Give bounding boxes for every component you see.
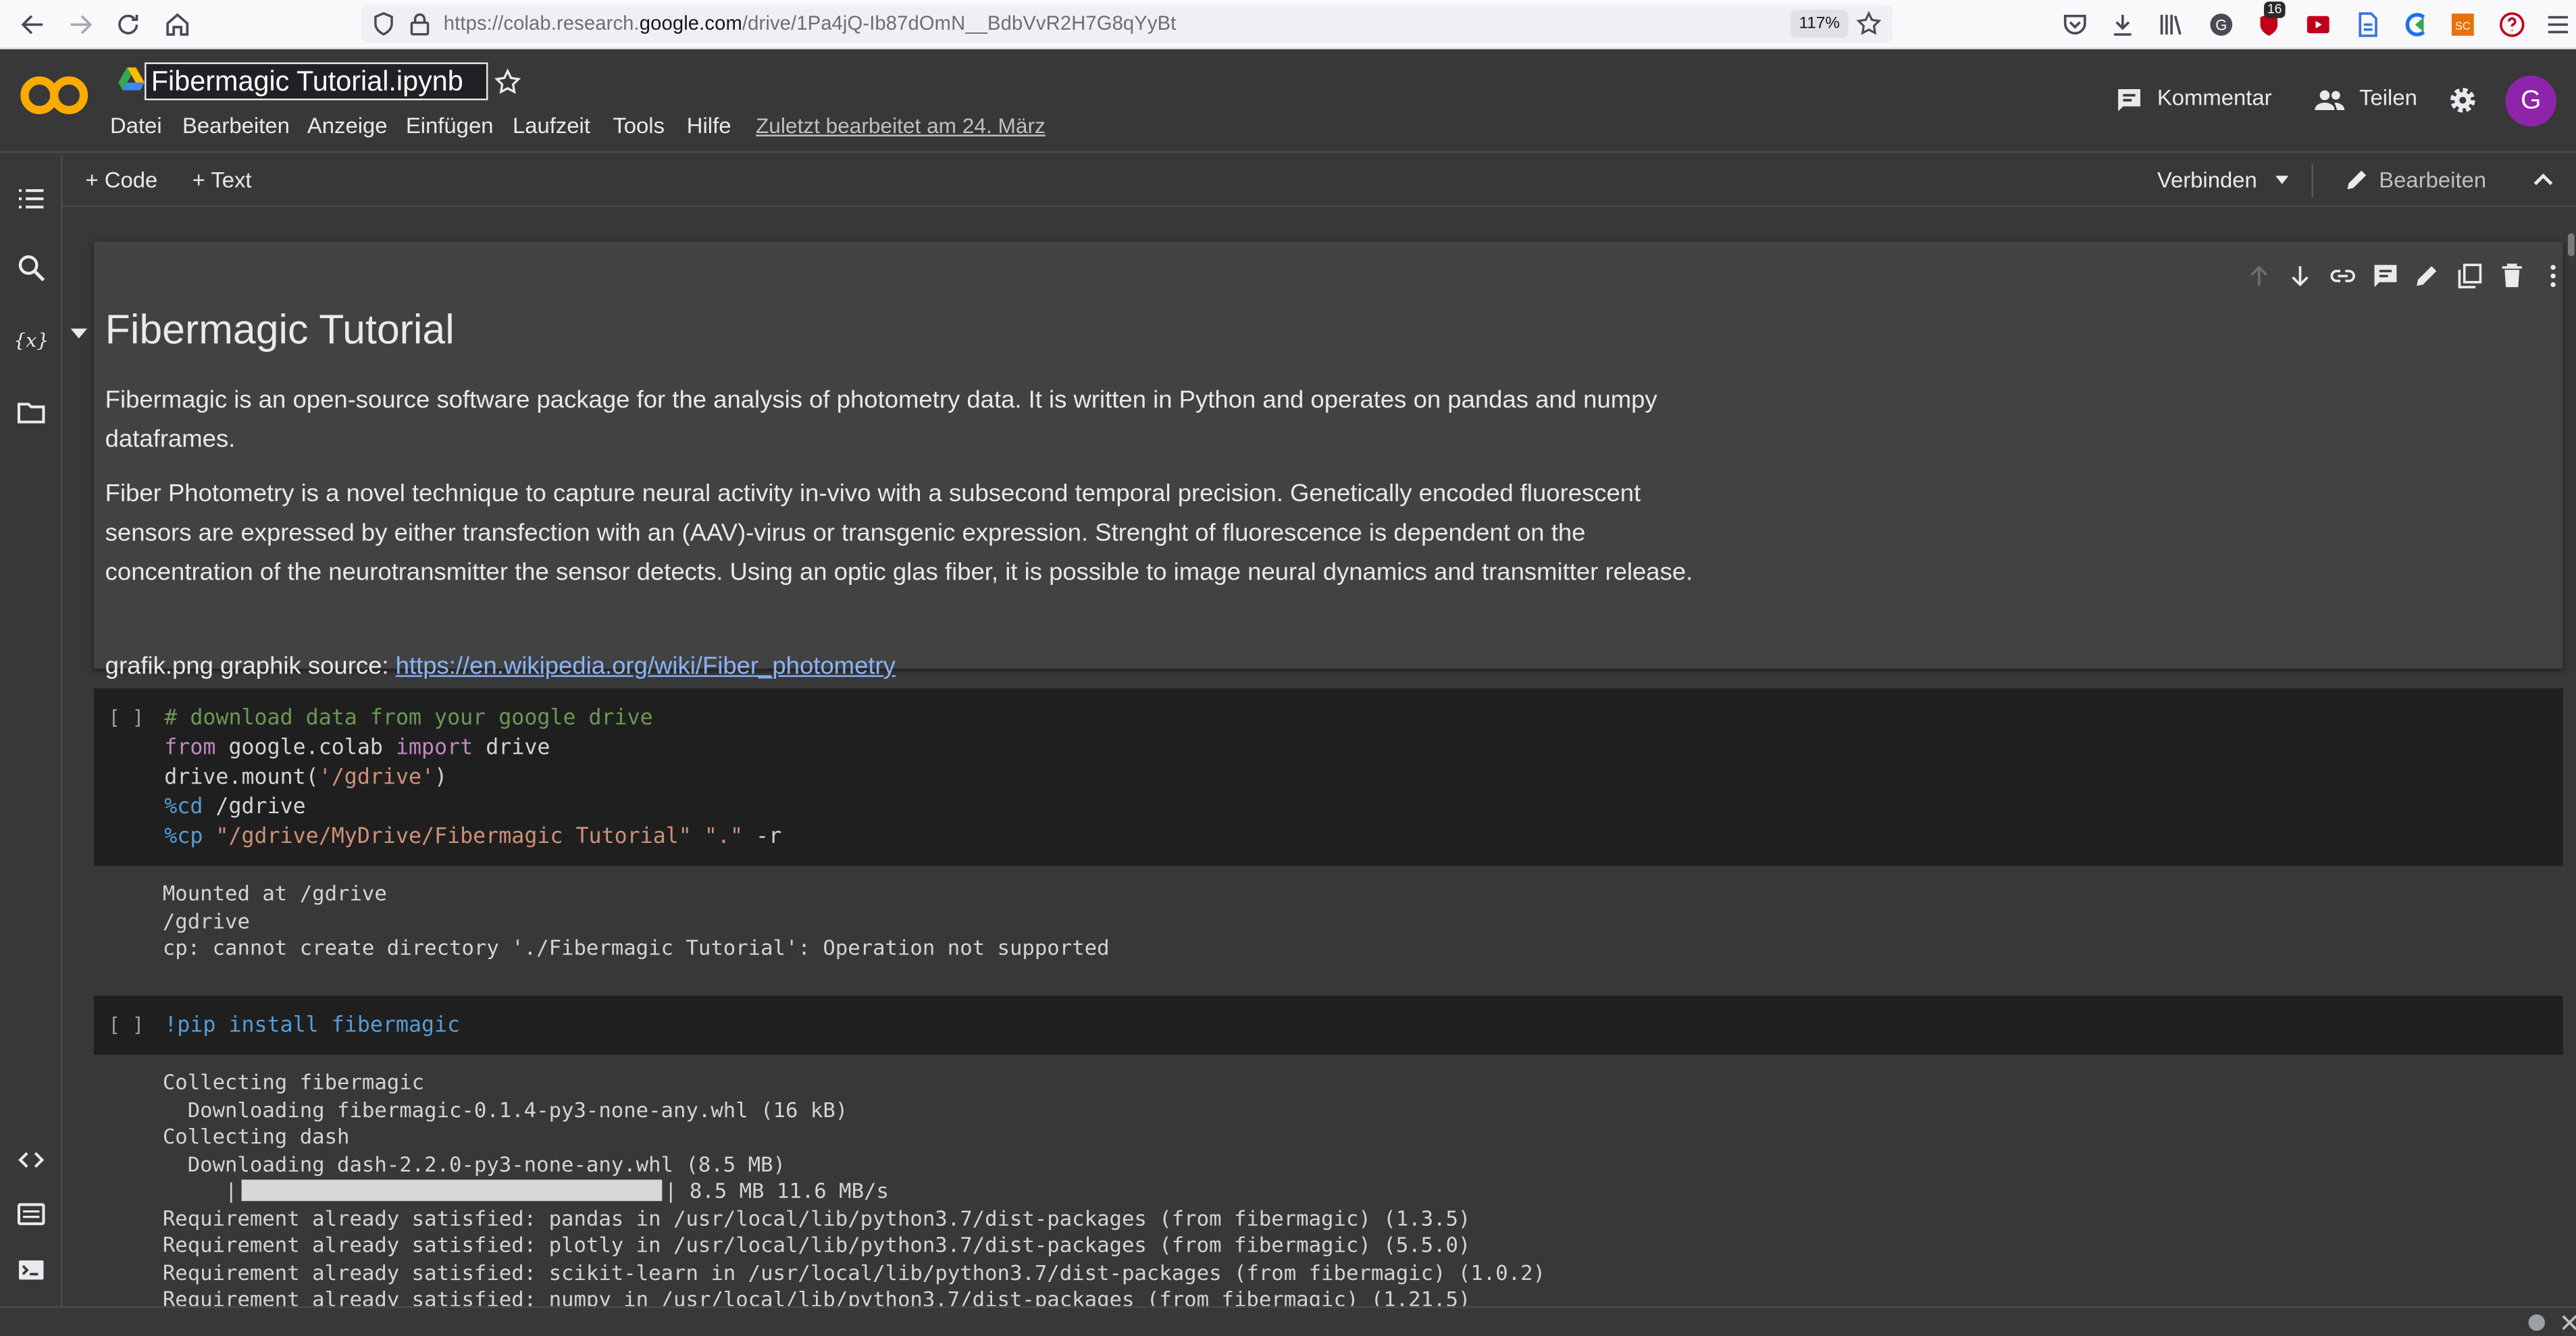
code-editor[interactable]: # download data from your google drive f… xyxy=(164,705,781,853)
address-bar[interactable]: https://colab.research.google.com/drive/… xyxy=(361,5,1893,43)
move-cell-up-icon[interactable] xyxy=(2244,261,2274,291)
svg-text:SC: SC xyxy=(2455,20,2471,32)
browser-menu-icon[interactable] xyxy=(2544,10,2573,40)
share-people-icon[interactable] xyxy=(2313,85,2346,115)
menu-laufzeit[interactable]: Laufzeit xyxy=(513,113,590,138)
code-cell-drive-mount[interactable]: [ ] # download data from your google dri… xyxy=(93,688,2563,866)
document-extension-icon[interactable] xyxy=(2352,10,2382,40)
comment-icon[interactable] xyxy=(2115,85,2144,115)
link-icon[interactable] xyxy=(2328,261,2358,291)
colab-logo[interactable] xyxy=(20,72,88,118)
notebook-area: Fibermagic Tutorial Fibermagic is an ope… xyxy=(62,209,2576,1306)
forward-icon[interactable] xyxy=(66,10,95,40)
colab-header: Fibermagic Tutorial.ipynb Datei Bearbeit… xyxy=(0,51,2576,153)
svg-text:{x}: {x} xyxy=(15,330,48,352)
reload-icon[interactable] xyxy=(113,10,143,40)
menu-tools[interactable]: Tools xyxy=(613,113,665,138)
files-folder-icon[interactable] xyxy=(15,396,48,429)
bookmark-star-icon[interactable] xyxy=(1855,10,1884,40)
terminal-icon[interactable] xyxy=(15,1254,48,1287)
command-palette-icon[interactable] xyxy=(15,1198,48,1231)
pocket-icon[interactable] xyxy=(2060,10,2090,40)
cell-comment-icon[interactable] xyxy=(2371,261,2400,291)
image-source-line: grafik.png graphik source: https://en.wi… xyxy=(105,652,896,680)
shield-icon[interactable] xyxy=(369,10,399,40)
reader-extension-icon[interactable] xyxy=(2400,10,2430,40)
google-drive-icon[interactable] xyxy=(118,67,145,91)
sc-extension-icon[interactable]: SC xyxy=(2448,10,2477,40)
notebook-toolbar: + Code + Text Verbinden Bearbeiten xyxy=(62,155,2576,207)
toolbar-divider xyxy=(2311,164,2313,197)
home-icon[interactable] xyxy=(163,10,192,40)
text-cell[interactable]: Fibermagic Tutorial Fibermagic is an ope… xyxy=(70,241,2563,680)
colab-window: https://colab.research.google.com/drive/… xyxy=(0,0,2576,1336)
more-options-icon[interactable] xyxy=(2538,261,2568,291)
settings-gear-icon[interactable] xyxy=(2446,84,2479,117)
intro-paragraph: Fibermagic is an open-source software pa… xyxy=(105,386,1657,454)
user-avatar[interactable]: G xyxy=(2505,75,2556,127)
add-code-button[interactable]: + Code xyxy=(85,168,157,192)
code-cell-pip-install[interactable]: [ ] !pip install fibermagic xyxy=(93,996,2563,1055)
youtube-extension-icon[interactable] xyxy=(2303,10,2333,40)
url-text[interactable]: https://colab.research.google.com/drive/… xyxy=(444,11,1177,34)
download-progress-bar xyxy=(240,1179,662,1202)
move-cell-down-icon[interactable] xyxy=(2286,261,2315,291)
status-bar xyxy=(0,1306,2576,1336)
connect-dropdown-chevron-down-icon[interactable] xyxy=(2274,174,2290,187)
help-extension-icon[interactable] xyxy=(2497,10,2527,40)
lock-icon[interactable] xyxy=(406,10,436,40)
menu-einfuegen[interactable]: Einfügen xyxy=(406,113,494,138)
table-of-contents-icon[interactable] xyxy=(15,182,48,215)
scrollbar-thumb[interactable] xyxy=(2567,233,2575,257)
last-edited-link[interactable]: Zuletzt bearbeitet am 24. März xyxy=(756,113,1046,138)
download-icon[interactable] xyxy=(2108,10,2138,40)
photometry-paragraph: Fiber Photometry is a novel technique to… xyxy=(105,480,1693,588)
cell-output-drive-mount: Mounted at /gdrive /gdrive cp: cannot cr… xyxy=(162,880,1110,960)
wikipedia-link[interactable]: https://en.wikipedia.org/wiki/Fiber_phot… xyxy=(396,652,896,680)
image-source-prefix: grafik.png graphik source: xyxy=(105,652,396,681)
delete-trash-icon[interactable] xyxy=(2497,261,2527,291)
variables-icon[interactable]: {x} xyxy=(15,324,48,357)
edit-button[interactable]: Bearbeiten xyxy=(2379,168,2486,192)
menu-anzeige[interactable]: Anzeige xyxy=(307,113,388,138)
ublock-icon[interactable]: 16 xyxy=(2254,1,2286,40)
menu-hilfe[interactable]: Hilfe xyxy=(687,113,731,138)
close-status-icon[interactable] xyxy=(2561,1314,2576,1331)
menu-bearbeiten[interactable]: Bearbeiten xyxy=(182,113,290,138)
zoom-level[interactable]: 117% xyxy=(1791,9,1849,38)
share-button[interactable]: Teilen xyxy=(2359,85,2417,109)
left-sidebar: {x} xyxy=(0,154,63,1308)
section-collapse-icon[interactable] xyxy=(70,328,87,339)
run-cell-button[interactable]: [ ] xyxy=(109,1014,145,1037)
code-snippets-icon[interactable] xyxy=(15,1144,48,1177)
scrollbar-track[interactable] xyxy=(2567,209,2576,1306)
menu-datei[interactable]: Datei xyxy=(110,113,162,138)
browser-toolbar: https://colab.research.google.com/drive/… xyxy=(0,0,2576,49)
back-icon[interactable] xyxy=(18,10,48,40)
library-icon[interactable] xyxy=(2155,10,2185,40)
run-cell-button[interactable]: [ ] xyxy=(109,706,145,729)
extension-g-icon[interactable]: G xyxy=(2207,10,2236,40)
mirror-cell-icon[interactable] xyxy=(2454,261,2484,291)
runtime-status-indicator[interactable] xyxy=(2528,1314,2545,1331)
cell-heading: Fibermagic Tutorial xyxy=(105,307,455,353)
collapse-header-chevron-up-icon[interactable] xyxy=(2531,170,2554,189)
add-text-button[interactable]: + Text xyxy=(192,168,252,192)
cell-edit-pencil-icon[interactable] xyxy=(2412,261,2442,291)
edit-pencil-icon[interactable] xyxy=(2343,166,2371,194)
star-icon[interactable] xyxy=(493,68,523,97)
notebook-title-input[interactable]: Fibermagic Tutorial.ipynb xyxy=(145,62,488,101)
comment-button[interactable]: Kommentar xyxy=(2157,85,2272,109)
ublock-badge: 16 xyxy=(2263,1,2286,18)
code-editor[interactable]: !pip install fibermagic xyxy=(164,1012,460,1042)
connect-button[interactable]: Verbinden xyxy=(2157,168,2257,192)
svg-text:G: G xyxy=(2215,17,2227,34)
search-icon[interactable] xyxy=(15,251,48,284)
cell-output-pip-install: Collecting fibermagic Downloading fiberm… xyxy=(162,1069,1546,1306)
